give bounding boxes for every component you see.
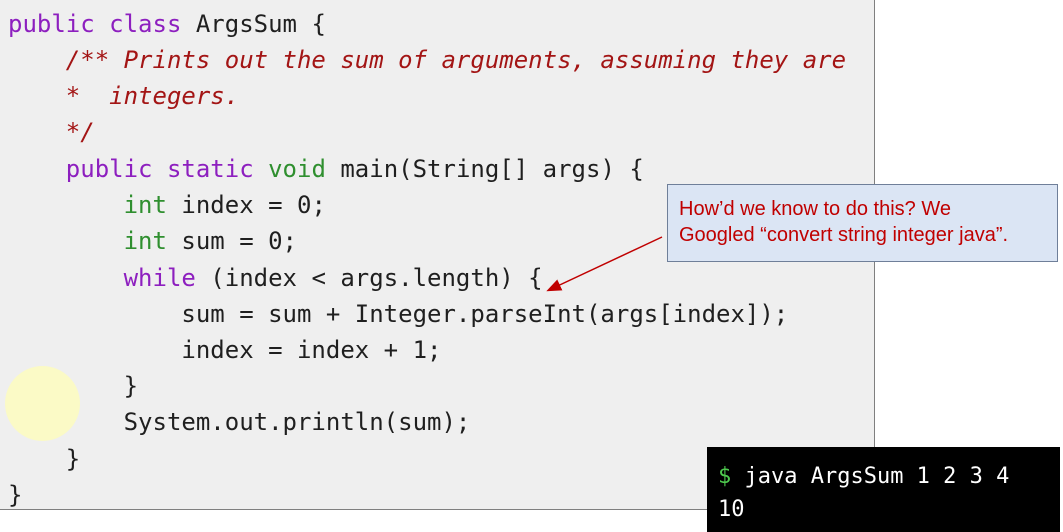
terminal-command: java ArgsSum 1 2 3 4: [744, 464, 1010, 489]
callout-text-line-1: How’d we know to do this? We: [679, 198, 951, 220]
index-declaration-line: int index = 0;: [8, 187, 326, 223]
sum-update-statement: sum = sum + Integer.parseInt(args[index]…: [181, 300, 789, 328]
terminal-command-line: $ java ArgsSum 1 2 3 4: [718, 460, 1060, 493]
doc-comment-line-2: * integers.: [8, 78, 239, 114]
while-close-line: }: [8, 368, 138, 404]
void-type: void: [268, 155, 326, 183]
class-declaration-line: public class ArgsSum {: [8, 6, 326, 42]
int-type: int: [123, 191, 167, 219]
public-keyword: public: [65, 155, 153, 183]
index-declaration: index = 0;: [181, 191, 326, 219]
while-close-brace: }: [123, 372, 139, 400]
sum-declaration: sum = 0;: [181, 227, 297, 255]
while-condition: (index < args.length) {: [210, 264, 543, 292]
callout-text-line-2: Googled “convert string integer java”.: [679, 224, 1009, 246]
method-close-line: }: [8, 441, 80, 477]
method-declaration-line: public static void main(String[] args) {: [8, 151, 644, 187]
sum-declaration-line: int sum = 0;: [8, 223, 297, 259]
while-keyword: while: [123, 264, 196, 292]
open-brace: {: [311, 10, 326, 38]
doc-comment-text-2: * integers.: [65, 82, 240, 110]
class-close-line: }: [8, 477, 22, 513]
class-name: ArgsSum: [195, 10, 298, 38]
doc-comment-text-3: */: [65, 118, 95, 146]
sum-update-line: sum = sum + Integer.parseInt(args[index]…: [8, 296, 788, 332]
terminal-prompt: $: [718, 464, 732, 489]
doc-comment-text-1: /** Prints out the sum of arguments, ass…: [65, 46, 847, 74]
method-close-brace: }: [65, 445, 81, 473]
method-signature: main(String[] args) {: [340, 155, 644, 183]
doc-comment-line-3: */: [8, 114, 95, 150]
terminal-output: 10: [718, 497, 745, 522]
println-statement: System.out.println(sum);: [123, 408, 471, 436]
doc-comment-line-1: /** Prints out the sum of arguments, ass…: [8, 42, 846, 78]
class-close-brace: }: [8, 481, 23, 509]
int-type: int: [123, 227, 167, 255]
terminal-panel: $ java ArgsSum 1 2 3 4 10: [707, 447, 1060, 532]
while-line: while (index < args.length) {: [8, 260, 543, 296]
index-update-line: index = index + 1;: [8, 332, 441, 368]
public-keyword: public: [8, 10, 95, 38]
class-keyword: class: [109, 10, 182, 38]
static-keyword: static: [166, 155, 254, 183]
index-update-statement: index = index + 1;: [181, 336, 442, 364]
annotation-callout: How’d we know to do this? We Googled “co…: [667, 184, 1058, 262]
println-line: System.out.println(sum);: [8, 404, 471, 440]
slide: public class ArgsSum { /** Prints out th…: [0, 0, 1063, 532]
